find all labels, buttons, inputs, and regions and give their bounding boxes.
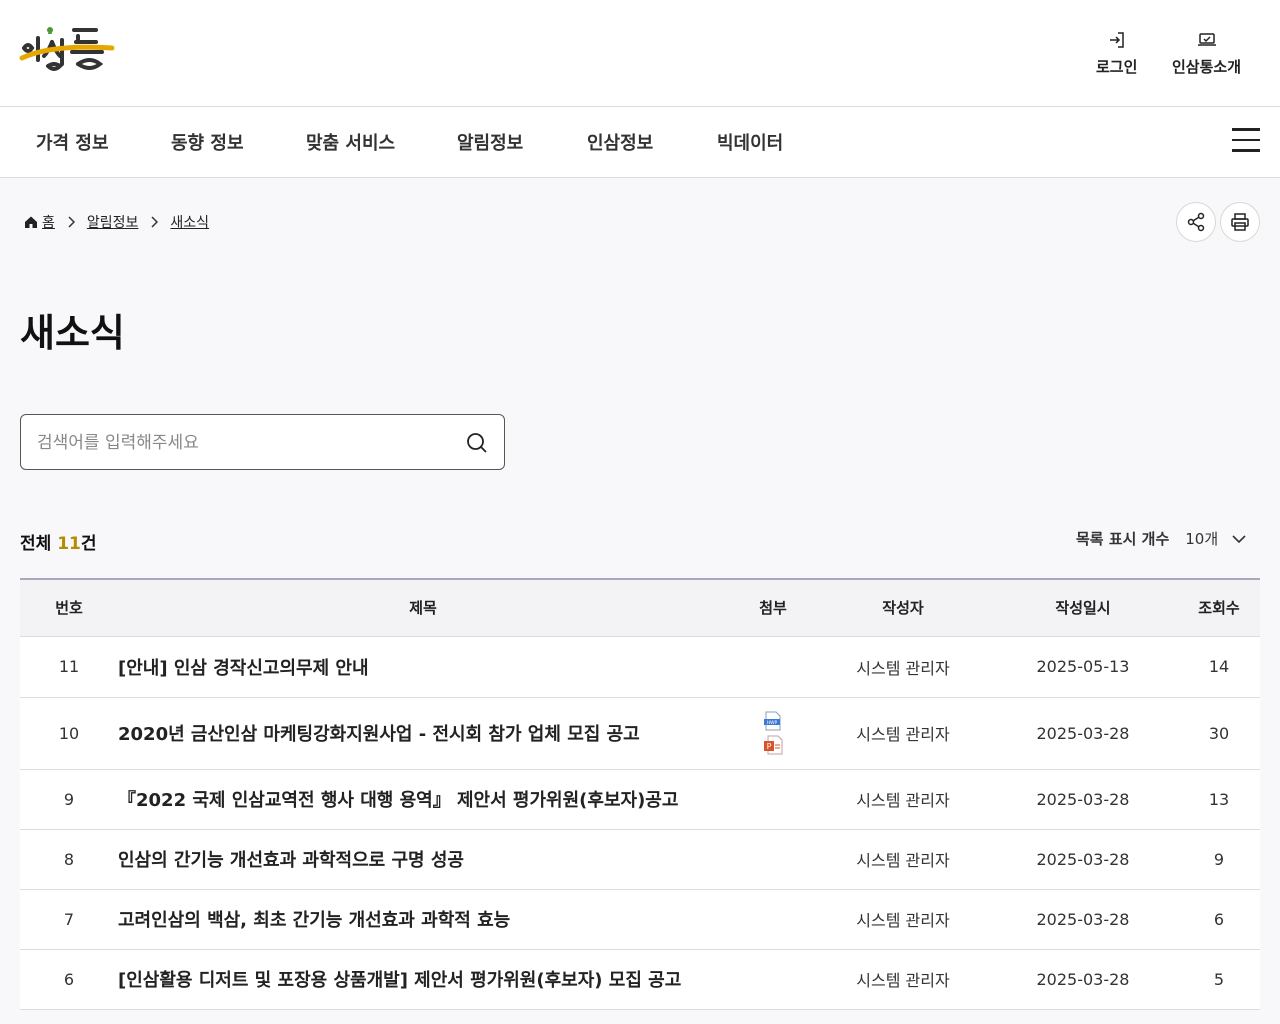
breadcrumb-home[interactable]: 홈 — [24, 212, 55, 232]
row-author: 시스템 관리자 — [856, 725, 950, 744]
table-row[interactable]: 8 인삼의 간기능 개선효과 과학적으로 구명 성공 시스템 관리자 2025-… — [20, 829, 1260, 889]
row-title-link[interactable]: [인삼활용 디저트 및 포장용 상품개발] 제안서 평가위원(후보자) 모집 공… — [118, 949, 728, 1009]
page-title: 새소식 — [20, 311, 125, 355]
row-author: 시스템 관리자 — [856, 791, 950, 810]
hamburger-menu-icon[interactable] — [1232, 128, 1260, 154]
row-date: 2025-05-13 — [1036, 657, 1130, 676]
nav-bigdata[interactable]: 빅데이터 — [717, 129, 783, 155]
row-number: 10 — [58, 723, 80, 743]
chevron-down-icon[interactable] — [1232, 534, 1246, 544]
share-icon — [1187, 212, 1205, 232]
laptop-icon — [1197, 30, 1217, 50]
print-button[interactable] — [1220, 202, 1260, 242]
row-author: 시스템 관리자 — [856, 911, 950, 930]
col-author: 작성자 — [882, 599, 924, 618]
row-author: 시스템 관리자 — [856, 971, 950, 990]
row-number: 7 — [63, 909, 75, 929]
row-attachment — [728, 829, 818, 889]
table-row[interactable]: 11 [안내] 인삼 경작신고의무제 안내 시스템 관리자 2025-05-13… — [20, 636, 1260, 697]
row-attachment — [728, 949, 818, 1009]
main-navigation: 가격 정보 동향 정보 맞춤 서비스 알림정보 인삼정보 빅데이터 — [0, 107, 1280, 178]
row-views: 13 — [1208, 789, 1230, 809]
home-icon — [25, 216, 37, 228]
breadcrumb-news[interactable]: 새소식 — [170, 212, 209, 232]
nav-price-info[interactable]: 가격 정보 — [36, 129, 109, 155]
row-date: 2025-03-28 — [1036, 723, 1130, 743]
row-views: 5 — [1213, 969, 1225, 989]
table-row[interactable]: 9 『2022 국제 인삼교역전 행사 대행 용역』 제안서 평가위원(후보자)… — [20, 769, 1260, 829]
row-author: 시스템 관리자 — [856, 851, 950, 870]
row-date: 2025-03-28 — [1036, 849, 1130, 869]
print-icon — [1231, 213, 1249, 231]
login-label: 로그인 — [1096, 58, 1138, 76]
site-logo[interactable] — [18, 20, 118, 84]
row-attachment — [728, 889, 818, 949]
list-size-label: 목록 표시 개수 — [1076, 530, 1170, 548]
list-size-value[interactable]: 10개 — [1185, 528, 1218, 549]
row-title-link[interactable]: 고려인삼의 백삼, 최초 간기능 개선효과 과학적 효능 — [118, 889, 728, 949]
list-size-selector[interactable]: 목록 표시 개수 10개 — [1076, 528, 1246, 549]
svg-text:HWP: HWP — [767, 720, 778, 726]
row-views: 6 — [1213, 909, 1225, 929]
ppt-file-icon[interactable]: P — [763, 735, 783, 755]
table-row[interactable]: 6 [인삼활용 디저트 및 포장용 상품개발] 제안서 평가위원(후보자) 모집… — [20, 949, 1260, 1009]
news-table: 번호 제목 첨부 작성자 작성일시 조회수 11 [안내] 인삼 경작신고의무제… — [20, 578, 1260, 1010]
intro-label: 인삼통소개 — [1172, 58, 1242, 76]
col-title: 제목 — [409, 599, 437, 618]
breadcrumb-notice[interactable]: 알림정보 — [87, 212, 139, 232]
share-button[interactable] — [1176, 202, 1216, 242]
intro-link[interactable]: 인삼통소개 — [1172, 30, 1241, 77]
row-attachment — [728, 769, 818, 829]
chevron-right-icon — [67, 216, 75, 228]
breadcrumb-home-label[interactable]: 홈 — [42, 212, 55, 232]
chevron-right-icon — [150, 216, 159, 228]
nav-ginseng-info[interactable]: 인삼정보 — [587, 129, 653, 155]
hwp-file-icon[interactable]: HWP — [763, 711, 783, 731]
site-header: 로그인 인삼통소개 — [0, 0, 1280, 107]
nav-notice-info[interactable]: 알림정보 — [457, 129, 523, 155]
search-input[interactable] — [37, 429, 457, 457]
row-title-link[interactable]: [안내] 인삼 경작신고의무제 안내 — [118, 636, 728, 697]
row-views: 30 — [1208, 723, 1230, 743]
col-date: 작성일시 — [1055, 599, 1111, 618]
login-icon — [1107, 30, 1127, 50]
row-attachment: HWP P — [728, 697, 818, 769]
col-views: 조회수 — [1198, 599, 1240, 618]
search-box — [20, 414, 505, 470]
row-number: 11 — [58, 657, 80, 676]
row-attachment — [728, 636, 818, 697]
row-title-link[interactable]: 2020년 금산인삼 마케팅강화지원사업 - 전시회 참가 업체 모집 공고 — [118, 697, 728, 769]
row-date: 2025-03-28 — [1036, 909, 1130, 929]
login-link[interactable]: 로그인 — [1096, 30, 1137, 77]
row-number: 6 — [63, 969, 75, 989]
col-attachment: 첨부 — [759, 599, 787, 618]
table-row[interactable]: 7 고려인삼의 백삼, 최초 간기능 개선효과 과학적 효능 시스템 관리자 2… — [20, 889, 1260, 949]
table-row[interactable]: 10 2020년 금산인삼 마케팅강화지원사업 - 전시회 참가 업체 모집 공… — [20, 697, 1260, 769]
total-count-number: 11 — [57, 534, 81, 554]
row-views: 14 — [1208, 657, 1230, 676]
svg-text:P: P — [767, 742, 772, 751]
total-prefix: 전체 — [20, 534, 58, 554]
row-date: 2025-03-28 — [1036, 969, 1130, 989]
nav-trend-info[interactable]: 동향 정보 — [171, 129, 244, 155]
row-number: 8 — [63, 849, 75, 869]
row-number: 9 — [63, 789, 75, 809]
breadcrumb: 홈 알림정보 새소식 — [24, 212, 209, 232]
row-date: 2025-03-28 — [1036, 789, 1130, 809]
table-header-row: 번호 제목 첨부 작성자 작성일시 조회수 — [20, 579, 1260, 636]
row-author: 시스템 관리자 — [856, 658, 950, 678]
nav-custom-service[interactable]: 맞춤 서비스 — [306, 129, 395, 155]
row-views: 9 — [1213, 849, 1225, 869]
row-title-link[interactable]: 인삼의 간기능 개선효과 과학적으로 구명 성공 — [118, 829, 728, 889]
total-suffix: 건 — [80, 534, 97, 554]
total-count: 전체 11건 — [20, 529, 97, 554]
row-title-link[interactable]: 『2022 국제 인삼교역전 행사 대행 용역』 제안서 평가위원(후보자)공고 — [118, 769, 728, 829]
col-number: 번호 — [55, 599, 83, 618]
search-icon[interactable] — [465, 431, 489, 455]
